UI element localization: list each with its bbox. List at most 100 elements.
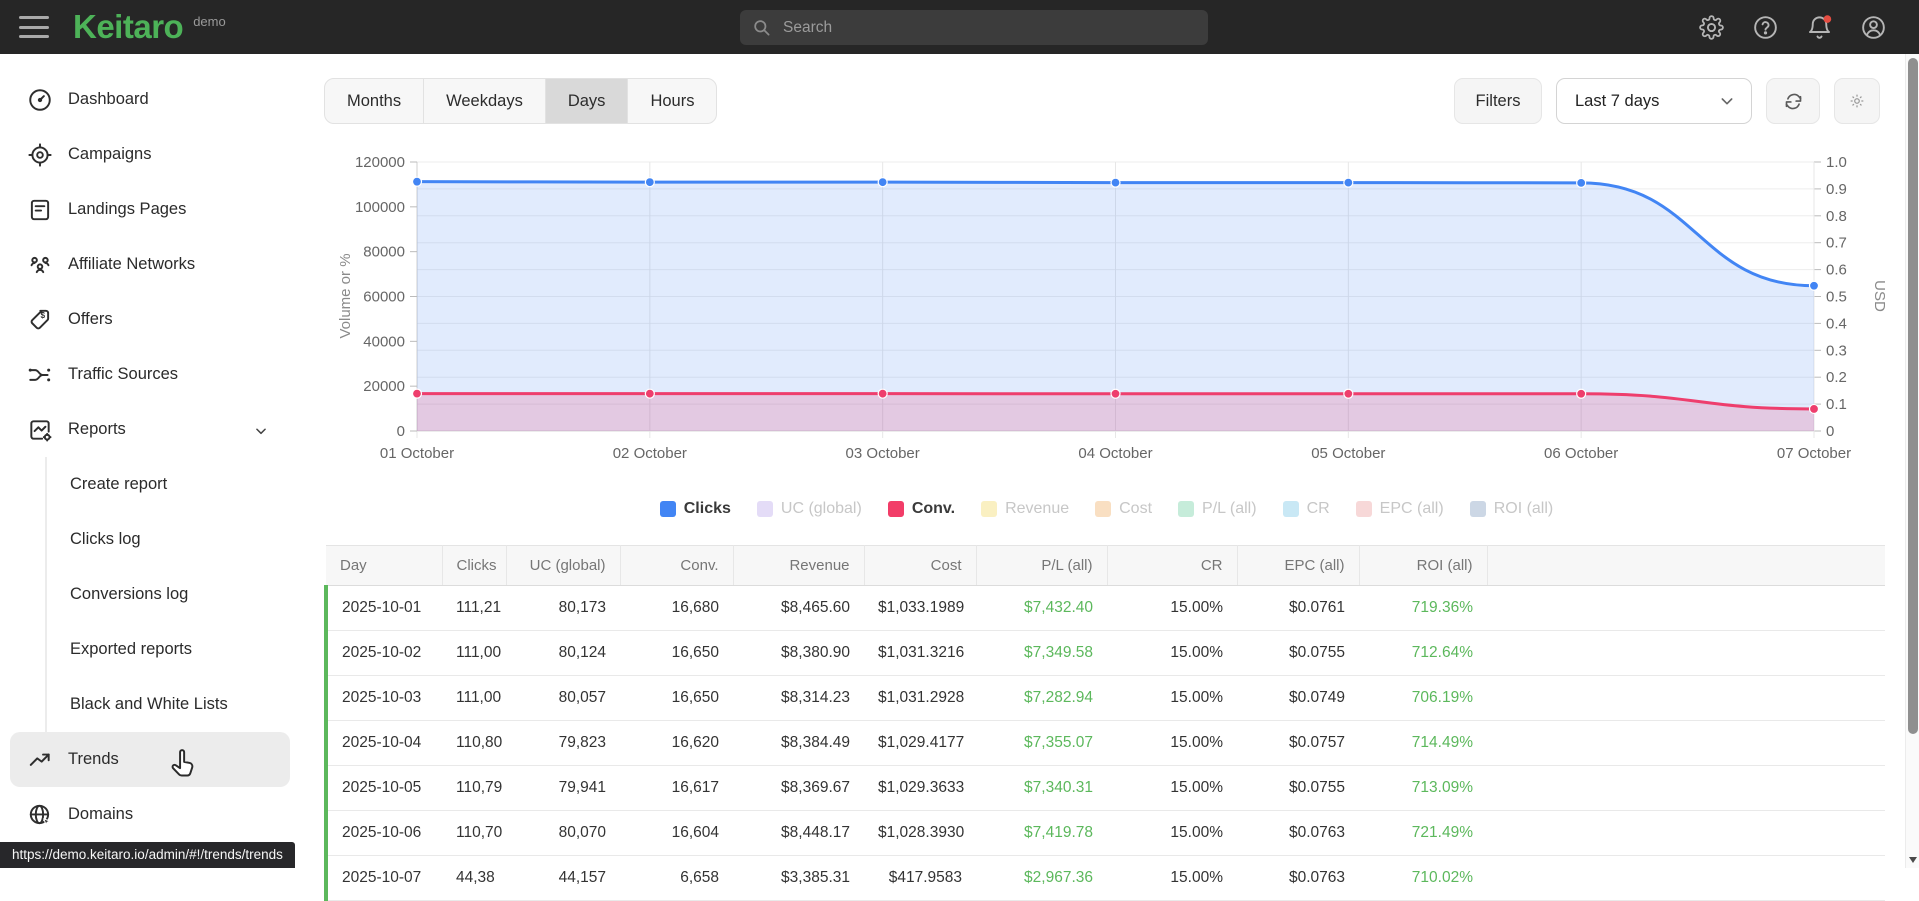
legend-item-clicks[interactable]: Clicks: [660, 500, 731, 518]
data-point-conv-: [878, 389, 887, 398]
cell-conv-: 16,604: [620, 811, 733, 856]
help-icon[interactable]: [1752, 14, 1779, 41]
column-header-roi-all-[interactable]: ROI (all): [1359, 546, 1487, 586]
legend-swatch: [1356, 501, 1372, 517]
cell-roi-all-: 706.19%: [1359, 676, 1487, 721]
legend-swatch: [1178, 501, 1194, 517]
cell-filler: [1487, 856, 1885, 901]
tab-months[interactable]: Months: [325, 79, 424, 123]
legend-item-cost[interactable]: Cost: [1095, 500, 1152, 518]
legend-item-revenue[interactable]: Revenue: [981, 500, 1069, 518]
table-row[interactable]: 2025-10-01111,2180,17316,680$8,465.60$1,…: [326, 586, 1885, 631]
date-range-select[interactable]: Last 7 days: [1556, 78, 1752, 124]
sidebar-item-clicks-log[interactable]: Clicks log: [47, 512, 300, 567]
column-header-revenue[interactable]: Revenue: [733, 546, 864, 586]
cell-cr: 15.00%: [1107, 856, 1237, 901]
cell-roi-all-: 721.49%: [1359, 811, 1487, 856]
table-row[interactable]: 2025-10-06110,7080,07016,604$8,448.17$1,…: [326, 811, 1885, 856]
tab-hours[interactable]: Hours: [628, 79, 716, 123]
cell-p-l-all-: $7,340.31: [976, 766, 1107, 811]
cell-p-l-all-: $7,282.94: [976, 676, 1107, 721]
filters-button[interactable]: Filters: [1454, 78, 1542, 124]
column-header-p-l-all-[interactable]: P/L (all): [976, 546, 1107, 586]
svg-text:80000: 80000: [363, 244, 405, 261]
column-header-epc-all-[interactable]: EPC (all): [1237, 546, 1359, 586]
cell-epc-all-: $0.0763: [1237, 856, 1359, 901]
column-header-cr[interactable]: CR: [1107, 546, 1237, 586]
global-search[interactable]: [740, 10, 1208, 45]
sidebar-item-domains[interactable]: Domains: [0, 787, 300, 842]
legend-item-cr[interactable]: CR: [1283, 500, 1330, 518]
cell-epc-all-: $0.0761: [1237, 586, 1359, 631]
settings-icon[interactable]: [1698, 14, 1725, 41]
table-row[interactable]: 2025-10-0744,3844,1576,658$3,385.31$417.…: [326, 856, 1885, 901]
column-header-cost[interactable]: Cost: [864, 546, 976, 586]
sidebar-item-conversions-log[interactable]: Conversions log: [47, 567, 300, 622]
legend-item-p-l-all-[interactable]: P/L (all): [1178, 500, 1257, 518]
cell-clicks: 111,00: [442, 676, 506, 721]
column-header-day[interactable]: Day: [326, 546, 442, 586]
table-row[interactable]: 2025-10-05110,7979,94116,617$8,369.67$1,…: [326, 766, 1885, 811]
cell-cost: $1,031.3216: [864, 631, 976, 676]
sidebar-item-offers[interactable]: $Offers: [0, 292, 300, 347]
sidebar-item-reports[interactable]: Reports: [0, 402, 300, 457]
cell-epc-all-: $0.0757: [1237, 721, 1359, 766]
granularity-tabs: MonthsWeekdaysDaysHours: [324, 78, 717, 124]
refresh-button[interactable]: [1766, 78, 1820, 124]
svg-text:03 October: 03 October: [846, 445, 920, 462]
cell-roi-all-: 712.64%: [1359, 631, 1487, 676]
cell-clicks: 111,00: [442, 631, 506, 676]
sidebar-item-label: Reports: [68, 420, 126, 439]
tab-weekdays[interactable]: Weekdays: [424, 79, 546, 123]
app-logo[interactable]: Keitaro: [73, 8, 183, 46]
svg-text:07 October: 07 October: [1777, 445, 1851, 462]
sidebar-item-trends[interactable]: Trends: [10, 732, 290, 787]
sidebar-item-black-and-white-lists[interactable]: Black and White Lists: [47, 677, 300, 732]
sidebar-item-affiliate-networks[interactable]: Affiliate Networks: [0, 237, 300, 292]
cell-p-l-all-: $2,967.36: [976, 856, 1107, 901]
chart-settings-button[interactable]: [1834, 78, 1880, 124]
account-icon[interactable]: [1860, 14, 1887, 41]
table-row[interactable]: 2025-10-04110,8079,82316,620$8,384.49$1,…: [326, 721, 1885, 766]
legend-item-conv-[interactable]: Conv.: [888, 500, 955, 518]
cell-conv-: 16,650: [620, 676, 733, 721]
cell-day: 2025-10-06: [326, 811, 442, 856]
sidebar-item-label: Trends: [68, 750, 119, 769]
svg-text:USD: USD: [1871, 280, 1888, 312]
cell-uc-global-: 44,157: [506, 856, 620, 901]
legend-item-roi-all-[interactable]: ROI (all): [1470, 500, 1554, 518]
scrollbar[interactable]: [1905, 54, 1919, 868]
legend-item-uc-global-[interactable]: UC (global): [757, 500, 862, 518]
legend-swatch: [1283, 501, 1299, 517]
cell-revenue: $8,314.23: [733, 676, 864, 721]
sidebar-item-label: Domains: [68, 805, 133, 824]
column-header-uc-global-[interactable]: UC (global): [506, 546, 620, 586]
column-header-clicks[interactable]: Clicks: [442, 546, 506, 586]
scrollbar-thumb[interactable]: [1908, 58, 1918, 734]
sidebar-item-campaigns[interactable]: Campaigns: [0, 127, 300, 182]
svg-text:120000: 120000: [355, 154, 405, 171]
notifications-icon[interactable]: [1806, 14, 1833, 41]
tab-days[interactable]: Days: [546, 79, 629, 123]
sidebar-item-label: Campaigns: [68, 145, 151, 164]
table-row[interactable]: 2025-10-02111,0080,12416,650$8,380.90$1,…: [326, 631, 1885, 676]
hamburger-menu-icon[interactable]: [19, 16, 49, 38]
sidebar-item-traffic-sources[interactable]: Traffic Sources: [0, 347, 300, 402]
column-header-conv-[interactable]: Conv.: [620, 546, 733, 586]
legend-item-epc-all-[interactable]: EPC (all): [1356, 500, 1444, 518]
cell-cr: 15.00%: [1107, 811, 1237, 856]
table-row[interactable]: 2025-10-03111,0080,05716,650$8,314.23$1,…: [326, 676, 1885, 721]
sidebar-item-exported-reports[interactable]: Exported reports: [47, 622, 300, 677]
data-point-conv-: [1810, 404, 1819, 413]
search-input[interactable]: [783, 19, 1196, 37]
legend-swatch: [1470, 501, 1486, 517]
cell-day: 2025-10-02: [326, 631, 442, 676]
sidebar-item-landings-pages[interactable]: Landings Pages: [0, 182, 300, 237]
sidebar-item-create-report[interactable]: Create report: [47, 457, 300, 512]
svg-text:0.4: 0.4: [1826, 315, 1847, 332]
scrollbar-down-arrow[interactable]: [1909, 857, 1917, 863]
cell-filler: [1487, 766, 1885, 811]
svg-text:0.8: 0.8: [1826, 208, 1847, 225]
data-point-clicks: [1344, 178, 1353, 187]
sidebar-item-dashboard[interactable]: Dashboard: [0, 72, 300, 127]
